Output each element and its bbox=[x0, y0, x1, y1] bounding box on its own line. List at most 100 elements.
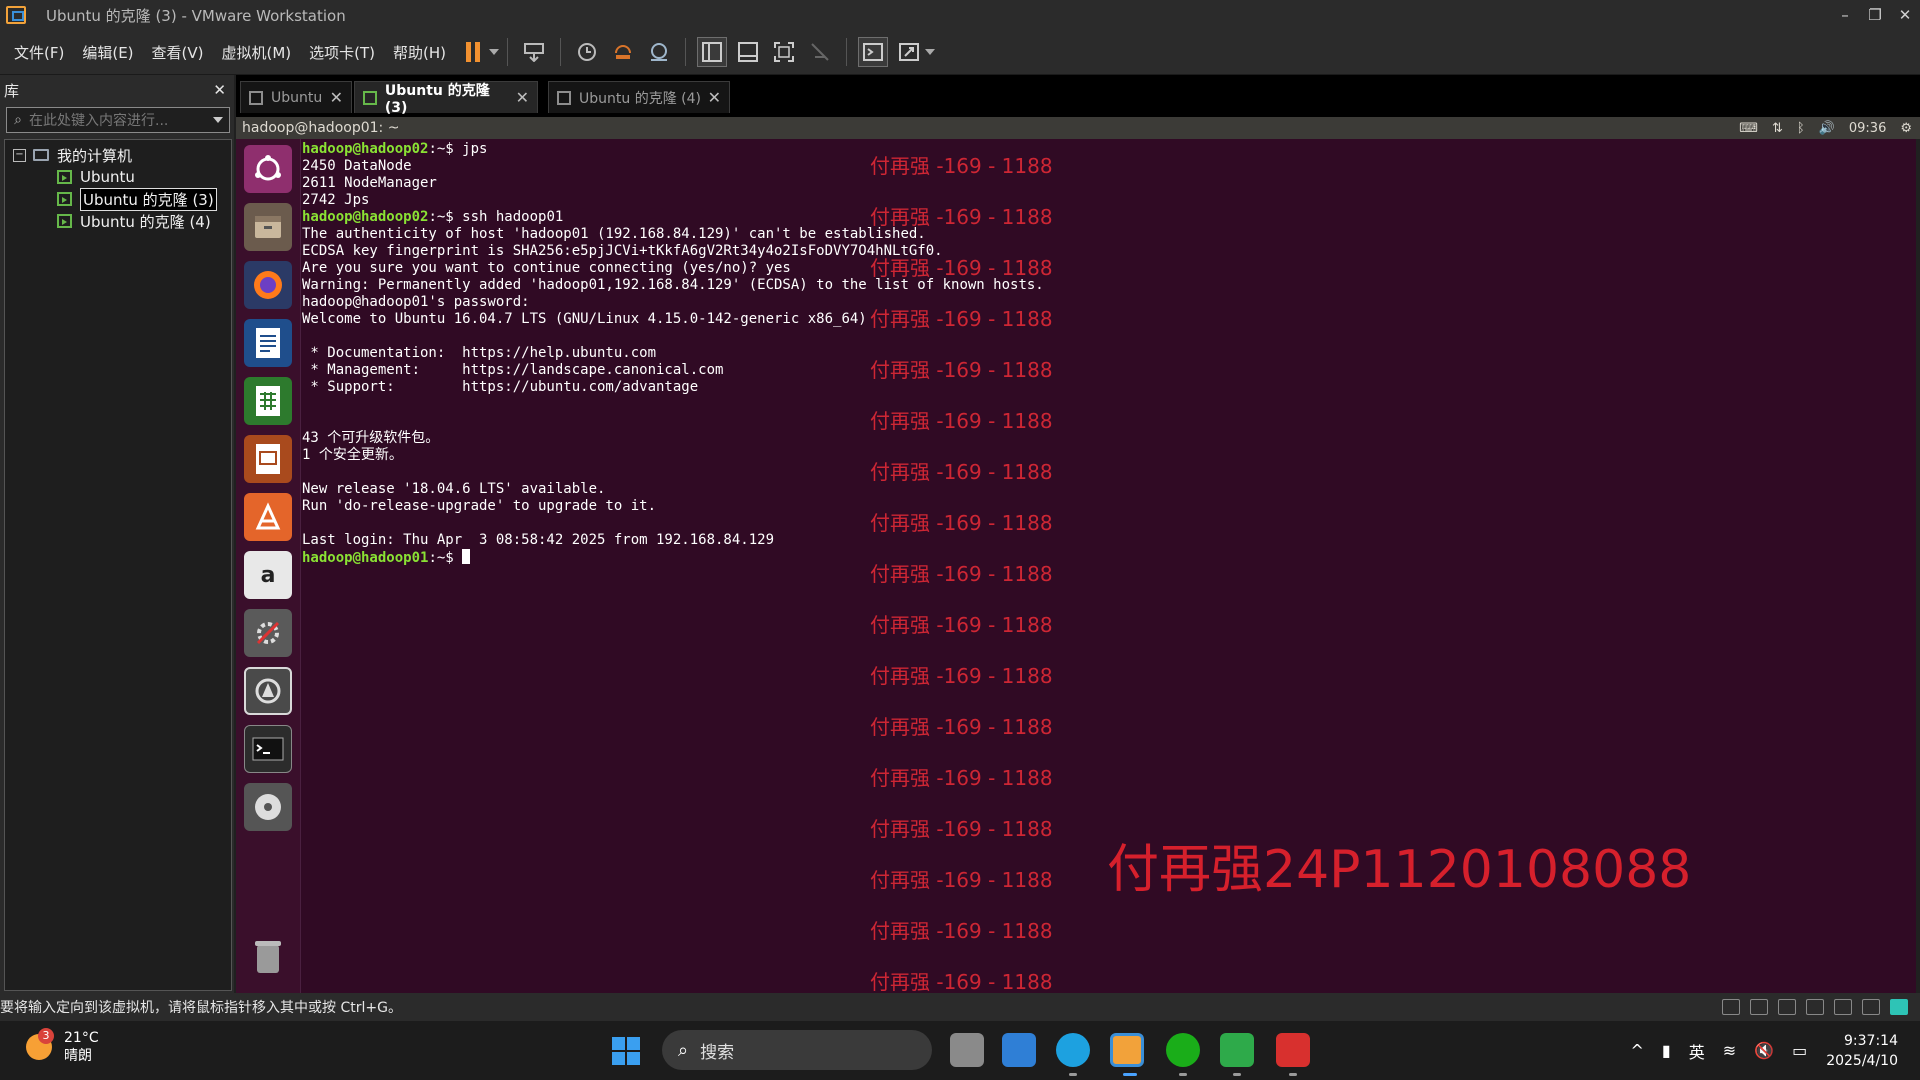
console-icon bbox=[863, 43, 884, 61]
task-view-icon[interactable] bbox=[950, 1033, 984, 1067]
menu-vm[interactable]: 虚拟机(M) bbox=[213, 42, 301, 63]
console-view-button[interactable] bbox=[858, 37, 889, 67]
unity-disabled-icon bbox=[811, 43, 829, 61]
menu-view[interactable]: 查看(V) bbox=[143, 42, 213, 63]
chevron-up-icon[interactable]: ^ bbox=[1631, 1041, 1644, 1060]
impress-icon[interactable] bbox=[244, 435, 292, 483]
tree-item-my-computer[interactable]: − 我的计算机 bbox=[13, 144, 132, 166]
network-indicator-icon[interactable]: ⇅ bbox=[1772, 121, 1783, 136]
collapse-toggle-icon[interactable]: − bbox=[13, 148, 26, 162]
close-tab-icon[interactable]: ✕ bbox=[330, 88, 343, 107]
settings-gear-icon[interactable]: ⚙ bbox=[1900, 121, 1912, 136]
show-thumbnail-bar-button[interactable] bbox=[733, 37, 763, 67]
volume-indicator-icon[interactable]: 🔊 bbox=[1819, 121, 1835, 136]
pause-dropdown-icon[interactable] bbox=[489, 49, 500, 55]
firefox-icon[interactable] bbox=[244, 261, 292, 309]
software-center-icon[interactable] bbox=[244, 493, 292, 541]
tab-ubuntu[interactable]: Ubuntu ✕ bbox=[240, 81, 352, 113]
sound-card-icon[interactable] bbox=[1834, 999, 1852, 1015]
minimize-button[interactable]: – bbox=[1830, 0, 1860, 30]
unity-mode-button[interactable] bbox=[805, 37, 835, 67]
watermark-text: 付再强 -169 - 1188 bbox=[870, 664, 1053, 688]
send-ctrl-alt-del-button[interactable] bbox=[519, 37, 549, 67]
system-settings-icon[interactable] bbox=[244, 609, 292, 657]
bookmark-icon[interactable]: ▮ bbox=[1662, 1041, 1671, 1060]
wps-icon[interactable] bbox=[1276, 1033, 1310, 1067]
snapshot-manager-button[interactable] bbox=[644, 37, 674, 67]
software-updater-icon[interactable] bbox=[244, 667, 292, 715]
tab-label: Ubuntu bbox=[271, 89, 323, 106]
toolbar-separator bbox=[560, 38, 562, 66]
trash-icon[interactable] bbox=[244, 933, 292, 981]
start-button[interactable] bbox=[612, 1037, 640, 1065]
dash-home-icon[interactable] bbox=[244, 145, 292, 193]
close-tab-icon[interactable]: ✕ bbox=[708, 88, 721, 107]
tree-item-ubuntu[interactable]: Ubuntu bbox=[57, 166, 135, 188]
watermark-text: 付再强 -169 - 1188 bbox=[870, 868, 1053, 892]
menu-tabs[interactable]: 选项卡(T) bbox=[300, 42, 384, 63]
ubuntu-clock[interactable]: 09:36 bbox=[1849, 121, 1886, 136]
shell-prompt: hadoop@hadoop01 bbox=[302, 550, 429, 566]
menu-edit[interactable]: 编辑(E) bbox=[73, 42, 142, 63]
terminal-text: New release '18.04.6 LTS' available. bbox=[302, 481, 606, 497]
watermark-text: 付再强 -169 - 1188 bbox=[870, 154, 1053, 178]
taskbar-search[interactable]: ⌕ 搜索 bbox=[662, 1030, 932, 1070]
watermark-text: 付再强 -169 - 1188 bbox=[870, 715, 1053, 739]
message-log-icon[interactable] bbox=[1890, 999, 1908, 1015]
library-search-input[interactable]: ⌕ 在此处键入内容进行... bbox=[6, 107, 230, 133]
chevron-down-icon[interactable] bbox=[213, 117, 223, 123]
tab-ubuntu-clone-3[interactable]: Ubuntu 的克隆 (3) ✕ bbox=[354, 81, 538, 116]
terminal-icon[interactable] bbox=[244, 725, 292, 773]
library-close-button[interactable]: ✕ bbox=[213, 81, 226, 99]
keyboard-indicator-icon[interactable]: ⌨ bbox=[1739, 121, 1758, 136]
full-screen-button[interactable] bbox=[769, 37, 799, 67]
usb-icon[interactable] bbox=[1862, 999, 1880, 1015]
hard-disk-icon[interactable] bbox=[1722, 999, 1740, 1015]
restore-button[interactable]: ❐ bbox=[1860, 0, 1890, 30]
network-adapter-icon[interactable] bbox=[1778, 999, 1796, 1015]
terminal-window[interactable]: hadoop@hadoop02:~$ jps 2450 DataNode 261… bbox=[301, 139, 1916, 993]
vm-running-icon bbox=[363, 90, 377, 105]
screenshot-app-icon[interactable] bbox=[1002, 1033, 1036, 1067]
amazon-icon[interactable]: a bbox=[244, 551, 292, 599]
close-tab-icon[interactable]: ✕ bbox=[516, 88, 529, 107]
vmware-taskbar-icon[interactable] bbox=[1110, 1033, 1144, 1067]
terminal-text: 2611 NodeManager bbox=[302, 175, 437, 191]
watermark-text: 付再强 -169 - 1188 bbox=[870, 409, 1053, 433]
tree-item-ubuntu-clone-3[interactable]: Ubuntu 的克隆 (3) bbox=[57, 187, 217, 211]
vmware-logo-icon bbox=[6, 6, 26, 24]
close-window-button[interactable]: ✕ bbox=[1890, 0, 1920, 30]
tree-item-ubuntu-clone-4[interactable]: Ubuntu 的克隆 (4) bbox=[57, 210, 211, 232]
menu-file[interactable]: 文件(F) bbox=[5, 42, 73, 63]
wechat-icon[interactable] bbox=[1166, 1033, 1200, 1067]
input-method[interactable]: 英 bbox=[1689, 1039, 1705, 1063]
pause-button[interactable] bbox=[458, 37, 488, 67]
weather-widget[interactable]: 3 21°C 晴朗 bbox=[26, 1028, 99, 1065]
status-bar: 要将输入定向到该虚拟机，请将鼠标指针移入其中或按 Ctrl+G。 bbox=[0, 993, 1920, 1021]
menu-help[interactable]: 帮助(H) bbox=[384, 42, 455, 63]
tab-ubuntu-clone-4[interactable]: Ubuntu 的克隆 (4) ✕ bbox=[548, 81, 730, 113]
terminal-line: 1 个安全更新。 bbox=[302, 447, 403, 463]
terminal-app-icon[interactable] bbox=[1220, 1033, 1254, 1067]
cd-drive-icon[interactable] bbox=[1750, 999, 1768, 1015]
bluetooth-indicator-icon[interactable]: ᛒ bbox=[1797, 121, 1805, 136]
stretch-dropdown-icon[interactable] bbox=[925, 49, 936, 55]
stretch-view-button[interactable] bbox=[894, 37, 924, 67]
battery-icon[interactable]: ▭ bbox=[1792, 1041, 1807, 1060]
snapshot-button[interactable] bbox=[572, 37, 602, 67]
terminal-text: * Management: https://landscape.canonica… bbox=[302, 362, 724, 378]
mute-icon[interactable]: 🔇 bbox=[1754, 1041, 1774, 1060]
printer-icon[interactable] bbox=[1806, 999, 1824, 1015]
calc-icon[interactable] bbox=[244, 377, 292, 425]
dvd-icon[interactable] bbox=[244, 783, 292, 831]
stretch-icon bbox=[899, 43, 920, 61]
revert-snapshot-button[interactable] bbox=[608, 37, 638, 67]
system-clock[interactable]: 9:37:14 2025/4/10 bbox=[1826, 1031, 1898, 1071]
edge-icon[interactable] bbox=[1056, 1033, 1090, 1067]
system-tray: ^ ▮ 英 ≋ 🔇 ▭ 9:37:14 2025/4/10 bbox=[1622, 1021, 1920, 1080]
show-library-button[interactable] bbox=[697, 37, 728, 67]
writer-icon[interactable] bbox=[244, 319, 292, 367]
files-icon[interactable] bbox=[244, 203, 292, 251]
terminal-line: hadoop@hadoop01's password: bbox=[302, 294, 530, 310]
wifi-icon[interactable]: ≋ bbox=[1723, 1041, 1736, 1060]
